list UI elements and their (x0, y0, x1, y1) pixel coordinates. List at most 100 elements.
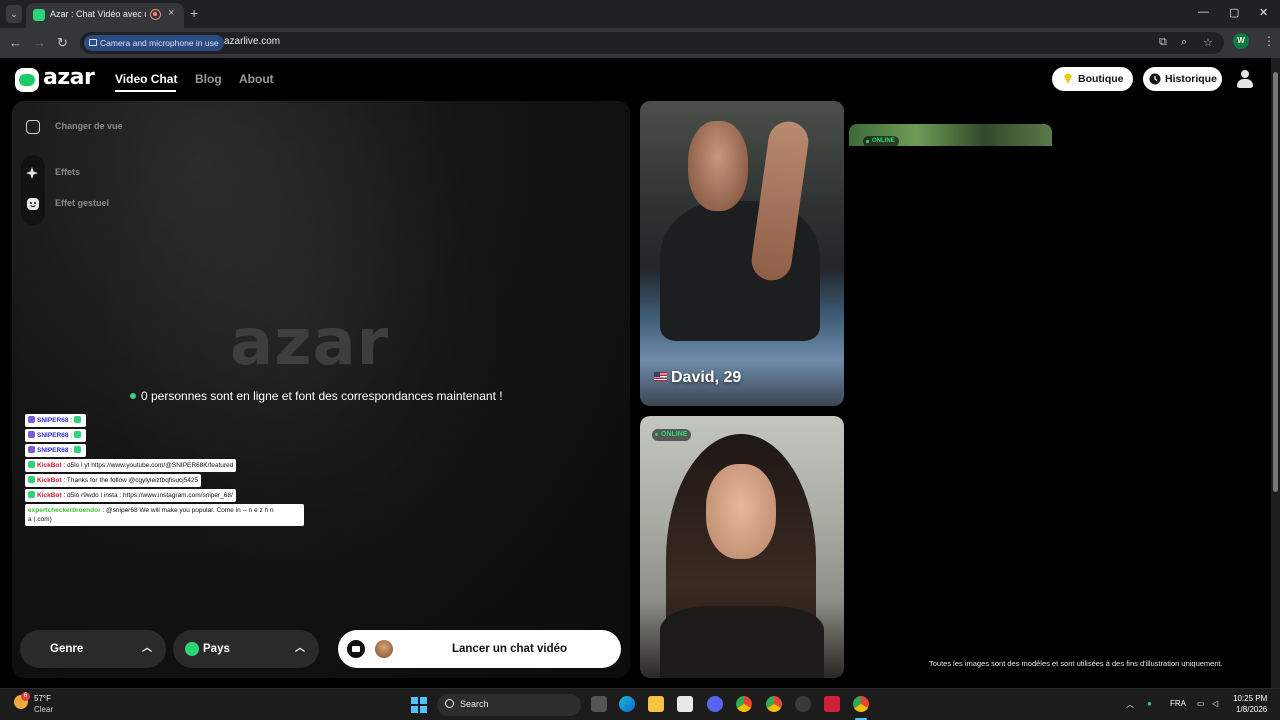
historique-label: Historique (1165, 73, 1217, 85)
chrome-active-icon[interactable] (853, 696, 869, 712)
boutique-button[interactable]: Boutique (1052, 67, 1133, 91)
online-badge: ONLINE (863, 136, 899, 146)
new-tab-button[interactable]: + (190, 5, 198, 21)
chat-message: KickBot : d5lo l yt https://www.youtube.… (25, 459, 237, 472)
search-label: Search (460, 699, 489, 709)
zoom-icon[interactable]: ⌕ (1181, 36, 1187, 49)
forward-button[interactable]: → (33, 35, 46, 50)
online-count-text: 0 personnes sont en ligne et font des co… (130, 389, 503, 403)
browser-menu-icon[interactable]: ⋮ (1263, 34, 1275, 48)
profile-name: David, 29 (654, 369, 741, 387)
effets-label: Effets (55, 167, 81, 177)
install-app-icon[interactable]: ⧉ (1159, 36, 1167, 49)
photo-jacket (660, 606, 824, 678)
chat-text: : Thanks for the follow @cgylyleizfbqfis… (63, 477, 199, 484)
close-window-button[interactable]: ✕ (1259, 6, 1268, 19)
bot-badge-icon (28, 491, 35, 498)
chat-username: KickBot (37, 477, 62, 484)
page-scrollbar[interactable] (1271, 58, 1280, 688)
azar-site: azar Video Chat Blog About Boutique Hist… (0, 58, 1280, 688)
app-red-icon[interactable] (824, 696, 840, 712)
bot-badge-icon (28, 476, 35, 483)
date: 1/8/2026 (1236, 705, 1268, 714)
start-label: Lancer un chat vidéo (451, 643, 568, 655)
genre-label: Genre (50, 643, 84, 655)
chat-username: SNIPER68 (37, 417, 69, 424)
back-button[interactable]: ← (9, 35, 22, 50)
maximize-button[interactable]: ▢ (1229, 6, 1239, 19)
emote-icon (73, 431, 81, 438)
windows-start-icon[interactable] (411, 697, 427, 713)
tray-overflow-icon[interactable]: ︿ (1126, 699, 1134, 710)
search-icon (445, 699, 454, 708)
weather-condition[interactable]: Clear (34, 705, 53, 714)
tab-title: Azar : Chat Vidéo avec de n (50, 9, 146, 19)
scrollbar-thumb[interactable] (1273, 72, 1278, 492)
boutique-label: Boutique (1078, 73, 1124, 85)
discord-icon[interactable] (707, 696, 723, 712)
effet-gestuel-label: Effet gestuel (55, 198, 110, 208)
clock[interactable]: 10:25 PM 1/8/2026 (1233, 693, 1267, 715)
gem-icon (1064, 74, 1072, 84)
profile-name-text: David, 29 (671, 369, 742, 386)
photo-head (688, 121, 748, 211)
url-text[interactable]: azarlive.com (224, 36, 280, 47)
photo-face (706, 464, 776, 559)
nav-video-chat[interactable]: Video Chat (115, 72, 177, 86)
badge-icon (28, 446, 35, 453)
temperature[interactable]: 57°F (34, 694, 51, 703)
chat-message: SNIPER68 : (25, 429, 86, 442)
language-indicator[interactable]: FRA (1170, 699, 1186, 708)
start-video-chat-button[interactable]: Lancer un chat vidéo (338, 630, 621, 668)
clock-icon (1149, 73, 1161, 85)
us-flag-icon (654, 372, 667, 381)
store-icon[interactable] (677, 696, 693, 712)
profile-avatar[interactable]: W (1233, 33, 1249, 49)
smiley-icon (27, 198, 39, 210)
minimize-button[interactable]: — (1198, 6, 1209, 18)
profile-card-partial: ONLINE (849, 124, 1052, 146)
nav-blog[interactable]: Blog (195, 72, 222, 86)
tab-search-menu[interactable]: ⌄ (6, 5, 22, 23)
azar-logo-icon (15, 68, 39, 92)
badge-icon (28, 431, 35, 438)
address-bar[interactable]: Camera and microphone in use azarlive.co… (80, 32, 1224, 54)
globe-icon (185, 642, 199, 656)
windows-taskbar: 6 57°F Clear Search ︿ ● FRA ▭ ◁ 10:25 PM… (0, 688, 1280, 720)
historique-button[interactable]: Historique (1143, 67, 1222, 91)
chat-message: SNIPER68 : (25, 414, 86, 427)
pays-select[interactable]: Pays ︿ (173, 630, 319, 668)
user-account-icon[interactable] (1237, 70, 1253, 88)
chat-message: KickBot : d5lo r9wdo l insta : https://w… (25, 489, 236, 502)
camera-permission-chip[interactable]: Camera and microphone in use (84, 35, 224, 51)
nav-about[interactable]: About (239, 72, 274, 86)
emote-icon (73, 416, 81, 423)
display-icon[interactable]: ▭ (1197, 699, 1205, 708)
chevron-up-icon: ︿ (142, 643, 152, 654)
profile-card-woman: ONLINE (640, 416, 844, 678)
tab-close-icon[interactable]: × (168, 7, 174, 19)
app-icon[interactable] (795, 696, 811, 712)
chevron-up-icon: ︿ (295, 643, 305, 654)
bookmark-star-icon[interactable]: ☆ (1203, 36, 1213, 49)
chrome-icon[interactable] (736, 696, 752, 712)
microphone-icon[interactable]: ● (1147, 699, 1152, 708)
volume-icon[interactable]: ◁ (1212, 699, 1218, 708)
profile-card-david: David, 29 (640, 101, 844, 406)
edge-icon[interactable] (619, 696, 635, 712)
chrome-profile-icon[interactable] (766, 696, 782, 712)
reload-button[interactable]: ↻ (57, 35, 68, 51)
file-explorer-icon[interactable] (648, 696, 664, 712)
browser-tab[interactable]: Azar : Chat Vidéo avec de n × (26, 3, 184, 28)
permission-text: Camera and microphone in use (100, 38, 219, 48)
task-view-icon[interactable] (591, 696, 607, 712)
chat-username: SNIPER68 (37, 447, 69, 454)
taskbar-search[interactable]: Search (437, 694, 581, 716)
chat-username: SNIPER68 (37, 432, 69, 439)
chat-username: KickBot (37, 492, 62, 499)
chat-text: : (70, 432, 73, 439)
online-badge: ONLINE (652, 429, 692, 441)
genre-select[interactable]: Genre ︿ (20, 630, 166, 668)
chat-text-continued: a (.com) (28, 516, 52, 523)
pays-label: Pays (203, 643, 230, 655)
